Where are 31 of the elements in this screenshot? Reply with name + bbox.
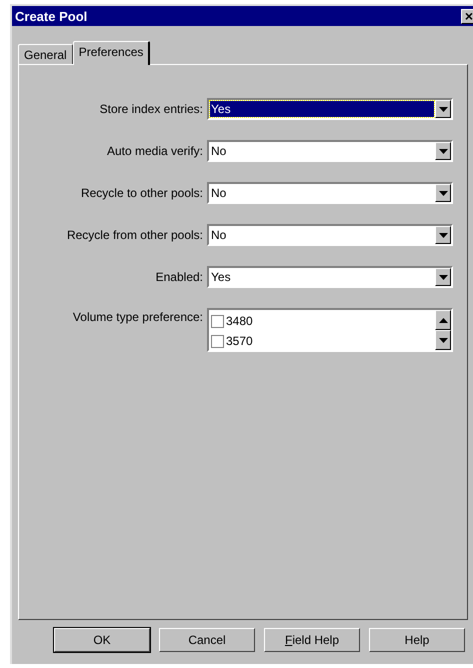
field-label: Recycle to other pools:	[80, 186, 204, 200]
dialog-button[interactable]: Help	[369, 628, 465, 652]
dropdown[interactable]: No	[207, 140, 453, 162]
close-button[interactable]: ×	[461, 8, 473, 24]
list-item[interactable]: 3570	[226, 334, 253, 348]
window-title: Create Pool	[15, 8, 88, 24]
list-item[interactable]: 3480	[226, 314, 253, 328]
checkbox[interactable]	[211, 334, 224, 348]
tab[interactable]: Preferences	[72, 41, 150, 65]
dropdown[interactable]: No	[207, 224, 453, 246]
field-label: Auto media verify:	[106, 144, 204, 158]
scroll-up-icon[interactable]	[435, 310, 451, 330]
tab[interactable]: General	[18, 44, 73, 64]
list-box[interactable]: 3480 3570	[207, 308, 453, 352]
field-label: Store index entries:	[98, 102, 204, 116]
dropdown[interactable]: Yes	[207, 98, 453, 120]
dropdown-value: No	[210, 185, 228, 201]
field-label: Enabled:	[154, 270, 204, 284]
dropdown-value: No	[210, 143, 228, 159]
dialog-button[interactable]: Cancel	[159, 628, 255, 652]
dropdown-value: Yes	[210, 101, 434, 117]
dropdown[interactable]: Yes	[207, 266, 453, 288]
field-label: Recycle from other pools:	[66, 228, 204, 242]
checkbox[interactable]	[211, 314, 224, 328]
dropdown-value: Yes	[210, 269, 232, 285]
dropdown-value: No	[210, 227, 228, 243]
dropdown[interactable]: No	[207, 182, 453, 204]
dialog-button[interactable]: Field Help	[264, 628, 360, 652]
dialog-button[interactable]: OK	[54, 628, 150, 652]
scroll-down-icon[interactable]	[435, 330, 451, 350]
field-label: Volume type preference:	[72, 309, 204, 324]
